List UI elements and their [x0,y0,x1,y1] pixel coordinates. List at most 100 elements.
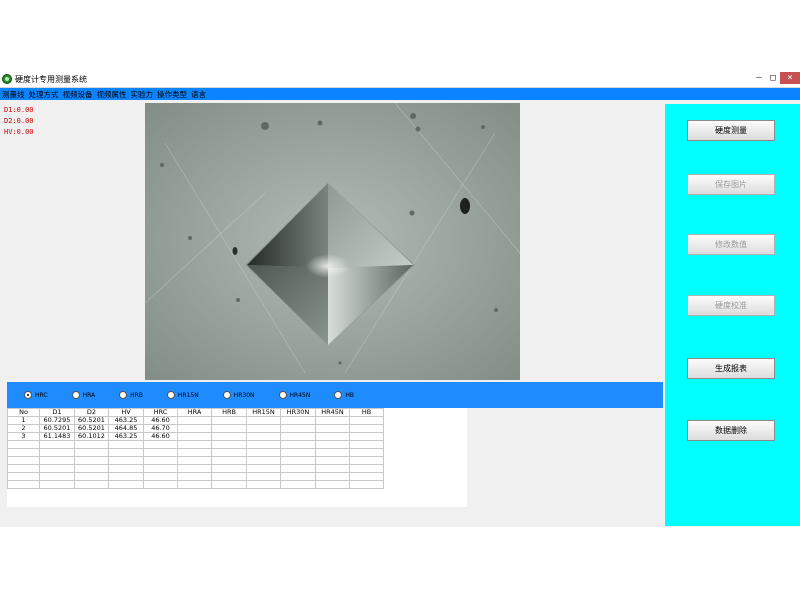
menu-video-device[interactable]: 视频设备 [61,89,95,100]
table-cell[interactable]: 46.60 [143,432,178,441]
table-cell[interactable] [211,472,247,481]
table-cell[interactable] [211,432,247,441]
table-cell[interactable] [74,456,109,465]
menu-operation-type[interactable]: 操作类型 [155,89,189,100]
table-cell[interactable] [108,440,144,449]
table-cell[interactable] [143,480,178,489]
radio-hrc-indicator[interactable] [24,391,32,399]
table-row[interactable] [7,472,384,481]
table-cell[interactable] [177,424,212,433]
table-cell[interactable] [7,440,40,449]
table-cell[interactable] [74,440,109,449]
table-row[interactable] [7,448,384,457]
table-cell[interactable] [108,472,144,481]
table-cell[interactable] [246,448,281,457]
table-cell[interactable] [7,480,40,489]
table-cell[interactable] [39,480,75,489]
table-cell[interactable]: 3 [7,432,40,441]
table-cell[interactable] [211,440,247,449]
maximize-button[interactable]: □ [766,72,780,84]
radio-hrb[interactable]: HRB [119,391,143,399]
table-cell[interactable] [7,464,40,473]
table-row[interactable] [7,464,384,473]
table-cell[interactable] [108,456,144,465]
table-row[interactable] [7,456,384,465]
table-cell[interactable] [211,416,247,425]
minimize-button[interactable]: – [752,72,766,84]
table-cell[interactable] [315,424,350,433]
table-cell[interactable] [280,424,316,433]
table-cell[interactable] [246,440,281,449]
table-cell[interactable] [246,472,281,481]
table-cell[interactable] [211,456,247,465]
table-cell[interactable] [349,456,384,465]
table-cell[interactable] [280,440,316,449]
radio-hr30n-indicator[interactable] [222,391,231,399]
table-cell[interactable] [315,448,350,457]
table-cell[interactable] [280,416,316,425]
close-button[interactable]: × [780,72,800,84]
table-cell[interactable] [7,472,40,481]
table-cell[interactable] [177,472,212,481]
table-cell[interactable] [349,480,384,489]
table-cell[interactable] [349,432,384,441]
table-cell[interactable] [349,416,384,425]
radio-hra-indicator[interactable] [71,391,80,399]
table-row[interactable] [7,480,384,489]
table-cell[interactable] [74,448,109,457]
table-cell[interactable] [315,472,350,481]
table-cell[interactable] [143,464,178,473]
table-cell[interactable] [39,464,75,473]
table-cell[interactable] [280,448,316,457]
table-cell[interactable] [211,424,247,433]
table-cell[interactable] [315,416,350,425]
table-cell[interactable] [349,440,384,449]
table-cell[interactable] [315,464,350,473]
table-cell[interactable] [280,456,316,465]
table-row[interactable] [7,440,384,449]
table-cell[interactable] [349,448,384,457]
table-cell[interactable] [280,432,316,441]
table-cell[interactable] [280,480,316,489]
radio-hr15n-indicator[interactable] [166,391,175,399]
table-cell[interactable] [177,456,212,465]
radio-hrb-indicator[interactable] [119,391,128,399]
table-cell[interactable] [108,464,144,473]
radio-hrc[interactable]: HRC [24,391,48,399]
table-cell[interactable] [108,480,144,489]
table-cell[interactable] [246,464,281,473]
table-cell[interactable] [177,448,212,457]
table-cell[interactable] [280,464,316,473]
table-cell[interactable] [211,448,247,457]
modify-value-button[interactable]: 修改数值 [687,234,775,255]
radio-hb-indicator[interactable] [334,391,343,399]
radio-hra[interactable]: HRA [71,391,95,399]
menu-test-force[interactable]: 实验力 [129,89,156,100]
table-cell[interactable] [246,432,281,441]
table-cell[interactable] [74,464,109,473]
radio-hr15n[interactable]: HR15N [166,391,199,399]
delete-data-button[interactable]: 数据删除 [687,420,775,441]
table-cell[interactable] [246,416,281,425]
table-cell[interactable] [74,480,109,489]
hardness-calibration-button[interactable]: 硬度校准 [687,295,775,316]
radio-hr45n-indicator[interactable] [278,391,287,399]
table-cell[interactable] [246,480,281,489]
table-cell[interactable] [74,472,109,481]
table-cell[interactable] [349,472,384,481]
table-cell[interactable] [39,448,75,457]
table-cell[interactable] [349,464,384,473]
menu-video-properties[interactable]: 视频属性 [95,89,129,100]
table-cell[interactable] [315,456,350,465]
table-cell[interactable] [7,448,40,457]
table-cell[interactable] [211,480,247,489]
table-cell[interactable] [143,448,178,457]
table-cell[interactable] [315,432,350,441]
table-row[interactable]: 3 61.1483 60.1012 463.25 46.60 [7,432,384,441]
table-cell[interactable] [177,464,212,473]
table-cell[interactable] [246,456,281,465]
menu-processing-mode[interactable]: 处理方式 [27,89,61,100]
table-cell[interactable] [39,440,75,449]
table-cell[interactable] [177,480,212,489]
table-cell[interactable]: 61.1483 [39,432,75,441]
